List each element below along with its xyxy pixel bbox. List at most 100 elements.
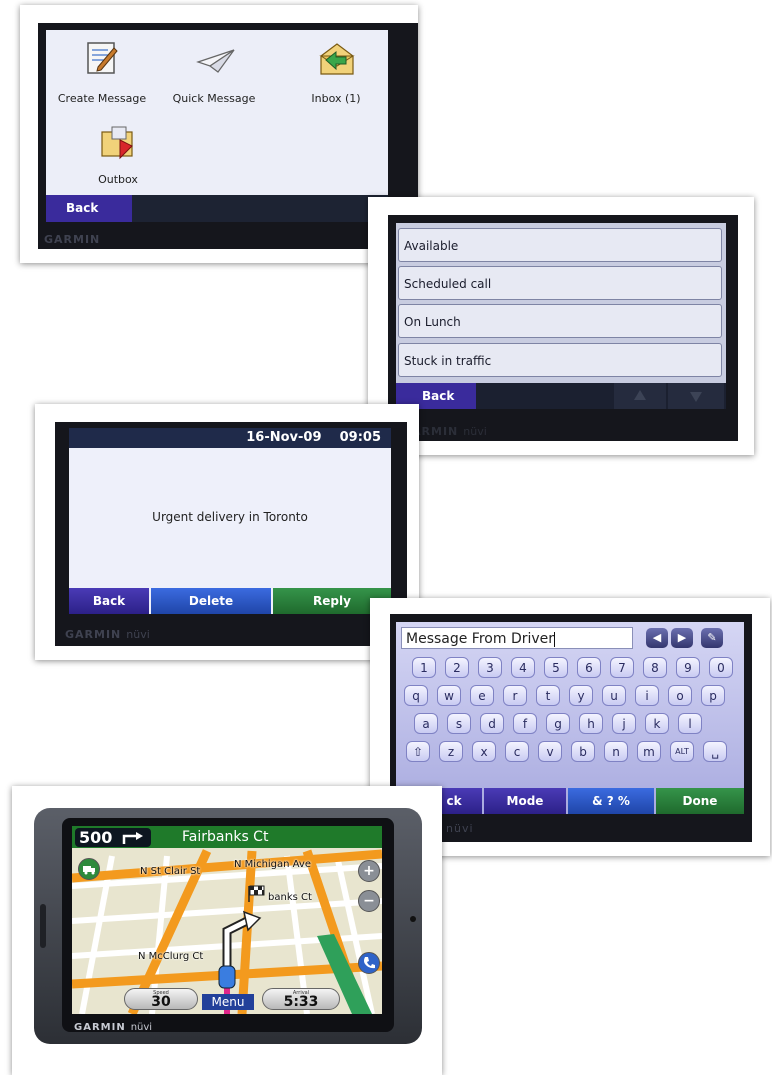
message-field-value: Message From Driver xyxy=(406,631,555,647)
inbox-message-screen: 16-Nov-09 09:05 Urgent delivery in Toron… xyxy=(69,428,391,614)
zoom-out-button[interactable]: − xyxy=(358,890,380,912)
speed-indicator[interactable]: Speed 30 xyxy=(124,988,198,1010)
create-message-button[interactable]: Create Message xyxy=(48,40,156,110)
cursor-right-button[interactable]: ▶ xyxy=(671,628,693,648)
mode-button[interactable]: Mode xyxy=(484,788,566,814)
outbox-button[interactable]: Outbox xyxy=(88,124,148,190)
messages-menu-screen: Create Message Quick Message Inbox (1) O… xyxy=(46,30,388,222)
scroll-up-button[interactable] xyxy=(614,383,666,409)
scroll-down-button[interactable] xyxy=(668,383,724,409)
arrival-time-indicator[interactable]: Arrival 5:33 xyxy=(262,988,340,1010)
speed-value: 30 xyxy=(151,994,171,1010)
keyboard-key[interactable]: 8 xyxy=(643,657,667,678)
keyboard-key[interactable]: d xyxy=(480,713,504,734)
keyboard-key[interactable]: x xyxy=(472,741,496,762)
street-label-st-clair: N St Clair St xyxy=(140,866,201,877)
detour-button[interactable] xyxy=(78,858,100,880)
keyboard-key[interactable]: f xyxy=(513,713,537,734)
cursor-left-button[interactable]: ◀ xyxy=(646,628,668,648)
distance-to-turn: 500 xyxy=(75,828,151,847)
keyboard-key[interactable]: o xyxy=(668,685,692,706)
delete-button[interactable]: Delete xyxy=(151,588,271,614)
keyboard-key[interactable]: l xyxy=(678,713,702,734)
menu-button[interactable]: Menu xyxy=(202,994,254,1010)
keyboard-key[interactable]: c xyxy=(505,741,529,762)
keyboard-key[interactable]: j xyxy=(612,713,636,734)
text-cursor xyxy=(554,631,556,647)
quick-messages-card: Available Scheduled call On Lunch Stuck … xyxy=(368,197,754,455)
zoom-in-button[interactable]: + xyxy=(358,860,380,882)
next-turn-bar: 500 Fairbanks Ct xyxy=(72,826,382,848)
keyboard-key[interactable]: r xyxy=(503,685,527,706)
keyboard-key[interactable]: b xyxy=(571,741,595,762)
quick-message-item[interactable]: On Lunch xyxy=(398,304,722,338)
model-label: nüvi xyxy=(446,822,474,835)
keyboard-key[interactable]: 5 xyxy=(544,657,568,678)
outbox-icon xyxy=(101,126,133,160)
keyboard-key[interactable]: y xyxy=(569,685,593,706)
backspace-button[interactable]: ✎ xyxy=(701,628,723,648)
device-bezel: 16-Nov-09 09:05 Urgent delivery in Toron… xyxy=(55,422,407,646)
keyboard-key[interactable]: k xyxy=(645,713,669,734)
keyboard-key[interactable]: 2 xyxy=(445,657,469,678)
next-street-name: Fairbanks Ct xyxy=(182,829,269,845)
distance-value: 500 xyxy=(79,828,113,847)
keyboard-key[interactable]: p xyxy=(701,685,725,706)
keyboard-key[interactable]: m xyxy=(637,741,661,762)
keyboard-key[interactable]: 9 xyxy=(676,657,700,678)
brand-text: GARMIN xyxy=(65,628,122,641)
keyboard-key[interactable]: 1 xyxy=(412,657,436,678)
keyboard-key[interactable]: s xyxy=(447,713,471,734)
keyboard-key[interactable]: 3 xyxy=(478,657,502,678)
keyboard-key[interactable]: ALT xyxy=(670,741,694,762)
quick-message-button[interactable]: Quick Message xyxy=(164,40,264,110)
map-roads xyxy=(72,826,382,1014)
symbols-button[interactable]: & ? % xyxy=(568,788,654,814)
arrow-up-icon xyxy=(634,390,646,400)
done-button[interactable]: Done xyxy=(656,788,744,814)
message-body: Urgent delivery in Toronto xyxy=(69,448,391,581)
back-button[interactable]: Back xyxy=(46,195,132,222)
message-text-field[interactable]: Message From Driver xyxy=(401,627,633,649)
nuvi-device: 500 Fairbanks Ct N Michigan Ave N St Cla… xyxy=(34,808,422,1044)
inbox-message-card: 16-Nov-09 09:05 Urgent delivery in Toron… xyxy=(35,404,419,660)
model-text: nüvi xyxy=(126,628,150,641)
keyboard-key[interactable]: a xyxy=(414,713,438,734)
keyboard-key[interactable]: 6 xyxy=(577,657,601,678)
keyboard-key[interactable]: i xyxy=(635,685,659,706)
speaker-slot xyxy=(40,904,46,948)
keyboard-key[interactable]: ⇧ xyxy=(406,741,430,762)
keyboard-key[interactable]: q xyxy=(404,685,428,706)
side-port xyxy=(410,916,416,922)
keyboard-key[interactable]: t xyxy=(536,685,560,706)
quick-message-item[interactable]: Stuck in traffic xyxy=(398,343,722,377)
keyboard-key[interactable]: 7 xyxy=(610,657,634,678)
phone-button[interactable] xyxy=(358,952,380,974)
keyboard-key[interactable]: 4 xyxy=(511,657,535,678)
quick-message-icon xyxy=(196,49,235,73)
keyboard-key[interactable]: w xyxy=(437,685,461,706)
back-button[interactable]: Back xyxy=(69,588,149,614)
keyboard-key[interactable]: h xyxy=(579,713,603,734)
inbox-button[interactable]: Inbox (1) xyxy=(296,40,376,110)
quick-message-item[interactable]: Available xyxy=(398,228,722,262)
quick-message-item[interactable]: Scheduled call xyxy=(398,266,722,300)
keyboard-key[interactable]: z xyxy=(439,741,463,762)
garmin-logo: GARMIN xyxy=(44,233,101,246)
device-bezel: Create Message Quick Message Inbox (1) O… xyxy=(38,23,418,249)
keyboard-key[interactable]: ␣ xyxy=(703,741,727,762)
keyboard-key[interactable]: v xyxy=(538,741,562,762)
brand-text: GARMIN xyxy=(74,1022,126,1033)
arrow-down-icon xyxy=(690,392,702,402)
street-label-michigan: N Michigan Ave xyxy=(234,859,311,870)
device-bezel: Message From Driver ◀ ▶ ✎ 1234567890 qwer… xyxy=(390,614,752,842)
keyboard-key[interactable]: n xyxy=(604,741,628,762)
keyboard-key[interactable]: e xyxy=(470,685,494,706)
keyboard-key[interactable]: g xyxy=(546,713,570,734)
create-message-icon xyxy=(87,42,118,74)
bottom-bar: Back xyxy=(46,195,388,222)
message-date: 16-Nov-09 xyxy=(246,430,322,445)
quick-messages-screen: Available Scheduled call On Lunch Stuck … xyxy=(396,223,726,409)
keyboard-key[interactable]: u xyxy=(602,685,626,706)
keyboard-key[interactable]: 0 xyxy=(709,657,733,678)
